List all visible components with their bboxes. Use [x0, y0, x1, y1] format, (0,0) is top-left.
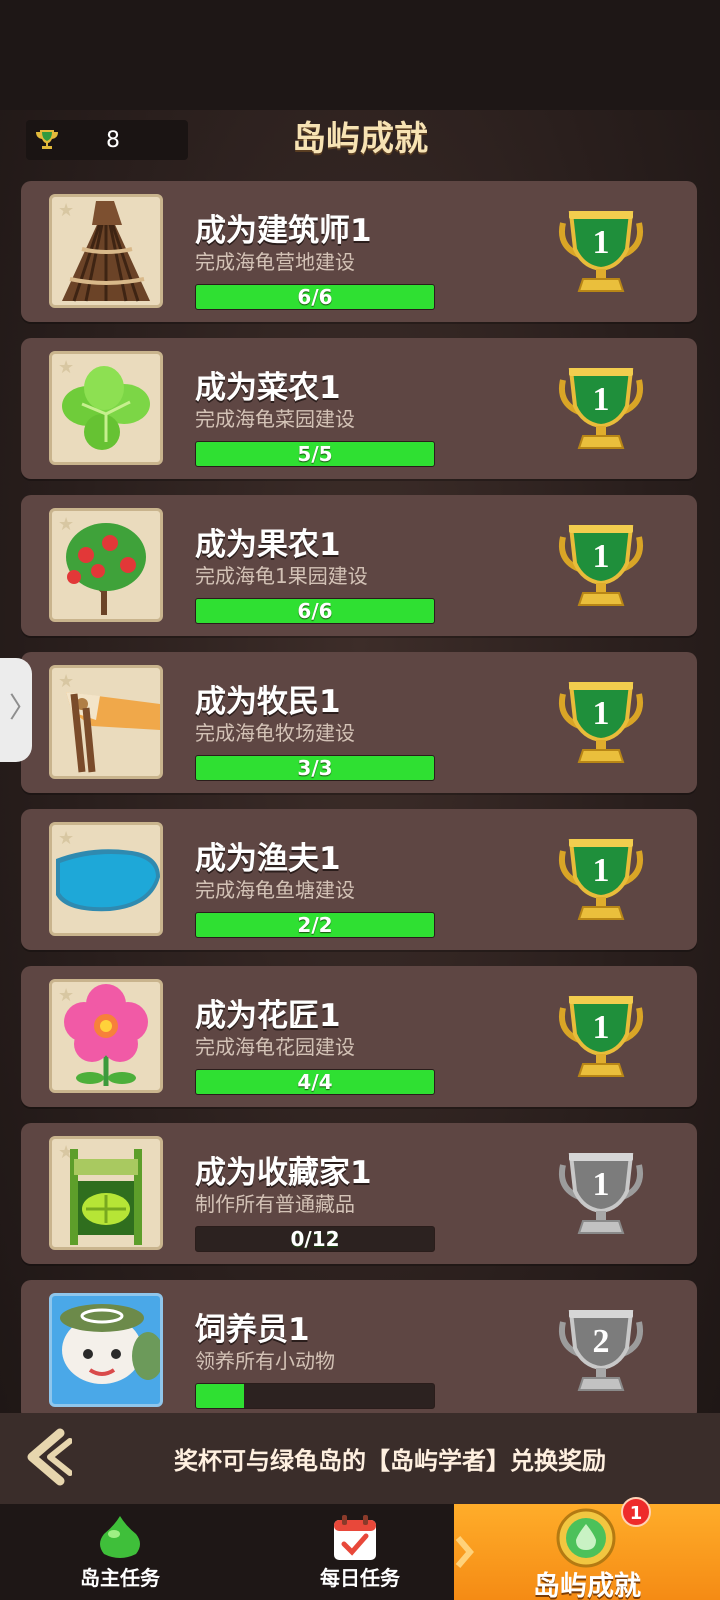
achievement-card[interactable]: ★ 成为果农1 完成海龟1果园建设 6/6 1: [21, 495, 697, 636]
trophy-level: 1: [593, 538, 610, 575]
progress-text: 5/5: [297, 442, 333, 466]
turtle-keeper-icon: [49, 1293, 163, 1407]
fruit-tree-icon: ★: [49, 508, 163, 622]
achievement-medal-icon: [556, 1508, 616, 1568]
tab-island-owner-tasks[interactable]: 岛主任务: [0, 1504, 240, 1600]
progress-text: 2/2: [297, 913, 333, 937]
progress-bar: [195, 1383, 435, 1409]
trophy-level: 1: [593, 381, 610, 418]
progress-bar: 4/4: [195, 1069, 435, 1095]
trophy-level: 2: [593, 1323, 610, 1360]
progress-text: 0/12: [290, 1227, 340, 1251]
trophy-level: 1: [593, 1009, 610, 1046]
tab-label: 岛屿成就: [533, 1571, 641, 1600]
achievement-card[interactable]: 饲养员1 领养所有小动物 2: [21, 1280, 697, 1413]
calendar-check-icon: [334, 1515, 376, 1560]
progress-bar: 6/6: [195, 598, 435, 624]
ranch-icon: ★: [49, 665, 163, 779]
achievement-description: 领养所有小动物: [195, 1349, 335, 1373]
tab-island-achievements[interactable]: 1 岛屿成就: [454, 1497, 720, 1600]
green-slime-icon: [100, 1516, 140, 1558]
progress-bar: 2/2: [195, 912, 435, 938]
gold-trophy-icon: 1: [559, 682, 643, 763]
tab-daily-tasks[interactable]: 每日任务: [240, 1504, 480, 1600]
tab-label: 岛主任务: [80, 1566, 160, 1590]
status-area: [0, 0, 720, 110]
flower-icon: ★: [49, 979, 163, 1093]
achievement-title: 成为牧民1: [195, 684, 341, 720]
trophy-level: 1: [593, 1166, 610, 1203]
progress-text: 6/6: [297, 285, 333, 309]
gold-trophy-icon: 1: [559, 211, 643, 292]
achievement-list[interactable]: ★ 成为建筑师1 完成海龟营地建设 6/6 1 ★ 成为菜农1 完成海龟菜园建设…: [21, 181, 697, 1413]
achievement-card[interactable]: ★ 成为渔夫1 完成海龟鱼塘建设 2/2 1: [21, 809, 697, 950]
progress-text: 3/3: [297, 756, 333, 780]
silver-trophy-icon: 1: [559, 1153, 643, 1234]
info-bar: 奖杯可与绿龟岛的【岛屿学者】兑换奖励: [0, 1413, 720, 1504]
achievement-card[interactable]: ★ 成为菜农1 完成海龟菜园建设 5/5 1: [21, 338, 697, 479]
achievement-title: 成为菜农1: [195, 370, 341, 406]
gold-trophy-icon: 1: [559, 839, 643, 920]
achievement-card[interactable]: ★ 成为收藏家1 制作所有普通藏品 0/12 1: [21, 1123, 697, 1264]
progress-text: 4/4: [297, 1070, 333, 1094]
tab-label: 每日任务: [320, 1566, 400, 1590]
progress-bar: 5/5: [195, 441, 435, 467]
achievement-card[interactable]: ★ 成为牧民1 完成海龟牧场建设 3/3 1: [21, 652, 697, 793]
notification-badge: 1: [621, 1497, 651, 1527]
achievement-description: 完成海龟鱼塘建设: [195, 878, 355, 902]
achievement-card[interactable]: ★ 成为花匠1 完成海龟花园建设 4/4 1: [21, 966, 697, 1107]
side-drawer-tab[interactable]: 〉: [0, 658, 37, 762]
silver-trophy-icon: 2: [559, 1310, 643, 1391]
gold-trophy-icon: 1: [559, 525, 643, 606]
progress-bar: 3/3: [195, 755, 435, 781]
achievement-description: 完成海龟花园建设: [195, 1035, 355, 1059]
achievement-card[interactable]: ★ 成为建筑师1 完成海龟营地建设 6/6 1: [21, 181, 697, 322]
achievement-title: 成为果农1: [195, 527, 341, 563]
progress-fill: [196, 1384, 244, 1408]
achievement-description: 完成海龟营地建设: [195, 250, 355, 274]
chevron-right-icon: 〉: [9, 691, 38, 724]
camp-building-icon: ★: [49, 194, 163, 308]
achievement-description: 完成海龟菜园建设: [195, 407, 355, 431]
achievement-title: 成为收藏家1: [195, 1155, 372, 1191]
progress-text: 6/6: [297, 599, 333, 623]
collection-shelf-icon: ★: [49, 1136, 163, 1250]
progress-bar: 6/6: [195, 284, 435, 310]
achievement-description: 完成海龟1果园建设: [195, 564, 368, 588]
achievement-title: 成为渔夫1: [195, 841, 341, 877]
fish-pond-icon: ★: [49, 822, 163, 936]
achievement-description: 完成海龟牧场建设: [195, 721, 355, 745]
progress-bar: 0/12: [195, 1226, 435, 1252]
trophy-level: 1: [593, 224, 610, 261]
achievement-title: 成为建筑师1: [195, 213, 372, 249]
achievement-description: 制作所有普通藏品: [195, 1192, 355, 1216]
page-title: 岛屿成就: [292, 119, 428, 159]
vegetable-garden-icon: ★: [49, 351, 163, 465]
chevron-right-icon: [455, 1536, 474, 1568]
header: 8 岛屿成就: [0, 110, 720, 170]
achievement-title: 成为花匠1: [195, 998, 341, 1034]
trophy-level: 1: [593, 695, 610, 732]
achievement-title: 饲养员1: [195, 1312, 310, 1348]
gold-trophy-icon: 1: [559, 368, 643, 449]
gold-trophy-icon: 1: [559, 996, 643, 1077]
bottom-nav: 岛主任务 每日任务 1 岛屿成就: [0, 1497, 720, 1600]
exchange-hint: 奖杯可与绿龟岛的【岛屿学者】兑换奖励: [174, 1447, 606, 1475]
trophy-level: 1: [593, 852, 610, 889]
